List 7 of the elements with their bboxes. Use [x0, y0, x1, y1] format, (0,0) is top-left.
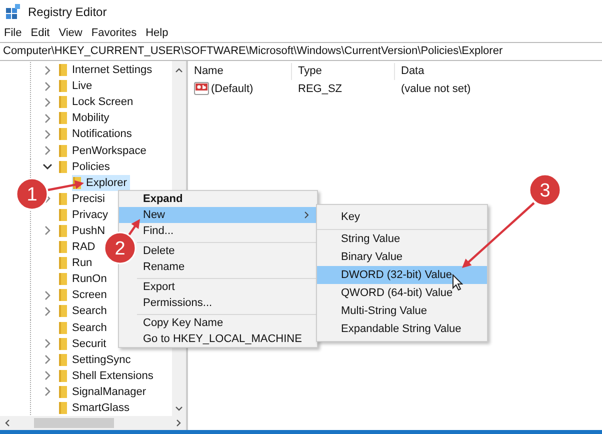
number-badge: 2 [104, 232, 136, 264]
window-title: Registry Editor [28, 5, 107, 19]
table-cell-text: (value not set) [400, 82, 472, 94]
table-cell-text: REG_SZ [297, 82, 344, 94]
number-badge: 1 [16, 178, 48, 210]
number-badge: 3 [528, 174, 562, 206]
table-cell: (Default) [211, 82, 254, 94]
